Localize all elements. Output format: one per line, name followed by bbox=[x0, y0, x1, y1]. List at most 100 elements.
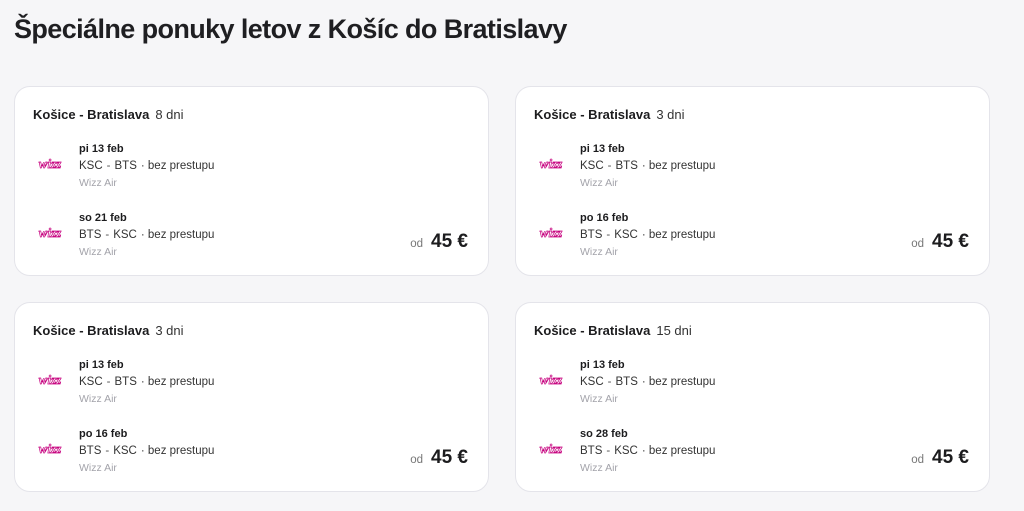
flight-route: BTS - KSC · bez prestupu bbox=[79, 229, 214, 241]
svg-text:wizz: wizz bbox=[540, 225, 563, 240]
stops-label: · bez prestupu bbox=[140, 445, 215, 457]
offer-route: Košice - Bratislava bbox=[534, 107, 651, 122]
flight-route: KSC - BTS · bez prestupu bbox=[580, 160, 715, 172]
destination-code: BTS bbox=[615, 376, 638, 388]
airline-name: Wizz Air bbox=[79, 393, 117, 405]
stops-label: · bez prestupu bbox=[641, 229, 716, 241]
offer-header: Košice - Bratislava 3 dni bbox=[33, 323, 184, 338]
offer-header: Košice - Bratislava 3 dni bbox=[534, 107, 685, 122]
origin-code: BTS bbox=[79, 229, 102, 241]
route-separator: - bbox=[106, 160, 111, 172]
offer-card[interactable]: Košice - Bratislava 8 dni wizz pi 13 feb … bbox=[14, 86, 489, 276]
outbound-flight: wizz pi 13 feb KSC - BTS · bez prestupu Wiz… bbox=[33, 143, 333, 193]
route-separator: - bbox=[606, 445, 611, 457]
flight-route: BTS - KSC · bez prestupu bbox=[79, 445, 214, 457]
offer-price: od 45 € bbox=[911, 231, 969, 253]
destination-code: KSC bbox=[614, 445, 638, 457]
inbound-flight: wizz so 28 feb BTS - KSC · bez prestupu Wiz… bbox=[534, 428, 834, 478]
svg-text:wizz: wizz bbox=[39, 225, 62, 240]
airline-name: Wizz Air bbox=[580, 393, 618, 405]
destination-code: KSC bbox=[614, 229, 638, 241]
origin-code: KSC bbox=[580, 376, 604, 388]
outbound-flight: wizz pi 13 feb KSC - BTS · bez prestupu Wiz… bbox=[534, 359, 834, 409]
price-value: 45 € bbox=[932, 447, 969, 468]
flight-date: po 16 feb bbox=[79, 428, 128, 440]
origin-code: BTS bbox=[580, 445, 603, 457]
offer-price: od 45 € bbox=[911, 447, 969, 469]
airline-name: Wizz Air bbox=[79, 246, 117, 258]
stops-label: · bez prestupu bbox=[140, 376, 215, 388]
origin-code: KSC bbox=[79, 376, 103, 388]
offer-route: Košice - Bratislava bbox=[33, 323, 150, 338]
flight-date: po 16 feb bbox=[580, 212, 629, 224]
route-separator: - bbox=[105, 445, 110, 457]
route-separator: - bbox=[105, 229, 110, 241]
flight-route: KSC - BTS · bez prestupu bbox=[79, 376, 214, 388]
svg-text:wizz: wizz bbox=[39, 441, 62, 456]
offer-route: Košice - Bratislava bbox=[534, 323, 651, 338]
offer-duration: 8 dni bbox=[155, 107, 184, 122]
origin-code: KSC bbox=[580, 160, 604, 172]
wizzair-logo-icon: wizz bbox=[33, 153, 67, 175]
price-value: 45 € bbox=[431, 231, 468, 252]
wizzair-logo-icon: wizz bbox=[33, 369, 67, 391]
svg-text:wizz: wizz bbox=[39, 156, 62, 171]
route-separator: - bbox=[606, 229, 611, 241]
svg-text:wizz: wizz bbox=[540, 441, 563, 456]
page-title: Špeciálne ponuky letov z Košíc do Bratis… bbox=[14, 14, 567, 44]
outbound-flight: wizz pi 13 feb KSC - BTS · bez prestupu Wiz… bbox=[33, 359, 333, 409]
flight-date: so 28 feb bbox=[580, 428, 628, 440]
airline-name: Wizz Air bbox=[580, 246, 618, 258]
price-prefix: od bbox=[911, 454, 925, 466]
stops-label: · bez prestupu bbox=[641, 445, 716, 457]
inbound-flight: wizz so 21 feb BTS - KSC · bez prestupu Wiz… bbox=[33, 212, 333, 262]
offer-header: Košice - Bratislava 8 dni bbox=[33, 107, 184, 122]
inbound-flight: wizz po 16 feb BTS - KSC · bez prestupu Wiz… bbox=[33, 428, 333, 478]
offer-price: od 45 € bbox=[410, 231, 468, 253]
wizzair-logo-icon: wizz bbox=[33, 222, 67, 244]
flight-route: KSC - BTS · bez prestupu bbox=[580, 376, 715, 388]
wizzair-logo-icon: wizz bbox=[33, 438, 67, 460]
offer-duration: 3 dni bbox=[656, 107, 685, 122]
origin-code: BTS bbox=[580, 229, 603, 241]
route-separator: - bbox=[607, 376, 612, 388]
airline-name: Wizz Air bbox=[580, 462, 618, 474]
price-value: 45 € bbox=[932, 231, 969, 252]
wizzair-logo-icon: wizz bbox=[534, 369, 568, 391]
flight-date: pi 13 feb bbox=[79, 359, 124, 371]
svg-text:wizz: wizz bbox=[540, 156, 563, 171]
price-prefix: od bbox=[410, 238, 424, 250]
flight-route: KSC - BTS · bez prestupu bbox=[79, 160, 214, 172]
wizzair-logo-icon: wizz bbox=[534, 153, 568, 175]
flight-route: BTS - KSC · bez prestupu bbox=[580, 445, 715, 457]
flight-date: so 21 feb bbox=[79, 212, 127, 224]
flight-date: pi 13 feb bbox=[580, 143, 625, 155]
offer-card[interactable]: Košice - Bratislava 3 dni wizz pi 13 feb … bbox=[14, 302, 489, 492]
stops-label: · bez prestupu bbox=[641, 160, 716, 172]
offer-card[interactable]: Košice - Bratislava 3 dni wizz pi 13 feb … bbox=[515, 86, 990, 276]
price-prefix: od bbox=[410, 454, 424, 466]
flight-route: BTS - KSC · bez prestupu bbox=[580, 229, 715, 241]
offer-card[interactable]: Košice - Bratislava 15 dni wizz pi 13 feb… bbox=[515, 302, 990, 492]
stops-label: · bez prestupu bbox=[140, 160, 215, 172]
wizzair-logo-icon: wizz bbox=[534, 438, 568, 460]
destination-code: BTS bbox=[114, 160, 137, 172]
stops-label: · bez prestupu bbox=[140, 229, 215, 241]
offer-route: Košice - Bratislava bbox=[33, 107, 150, 122]
destination-code: BTS bbox=[615, 160, 638, 172]
offer-price: od 45 € bbox=[410, 447, 468, 469]
offer-header: Košice - Bratislava 15 dni bbox=[534, 323, 692, 338]
offer-duration: 3 dni bbox=[155, 323, 184, 338]
flight-date: pi 13 feb bbox=[580, 359, 625, 371]
wizzair-logo-icon: wizz bbox=[534, 222, 568, 244]
origin-code: BTS bbox=[79, 445, 102, 457]
stops-label: · bez prestupu bbox=[641, 376, 716, 388]
route-separator: - bbox=[607, 160, 612, 172]
destination-code: KSC bbox=[113, 445, 137, 457]
origin-code: KSC bbox=[79, 160, 103, 172]
svg-text:wizz: wizz bbox=[540, 372, 563, 387]
price-prefix: od bbox=[911, 238, 925, 250]
price-value: 45 € bbox=[431, 447, 468, 468]
airline-name: Wizz Air bbox=[580, 177, 618, 189]
destination-code: BTS bbox=[114, 376, 137, 388]
